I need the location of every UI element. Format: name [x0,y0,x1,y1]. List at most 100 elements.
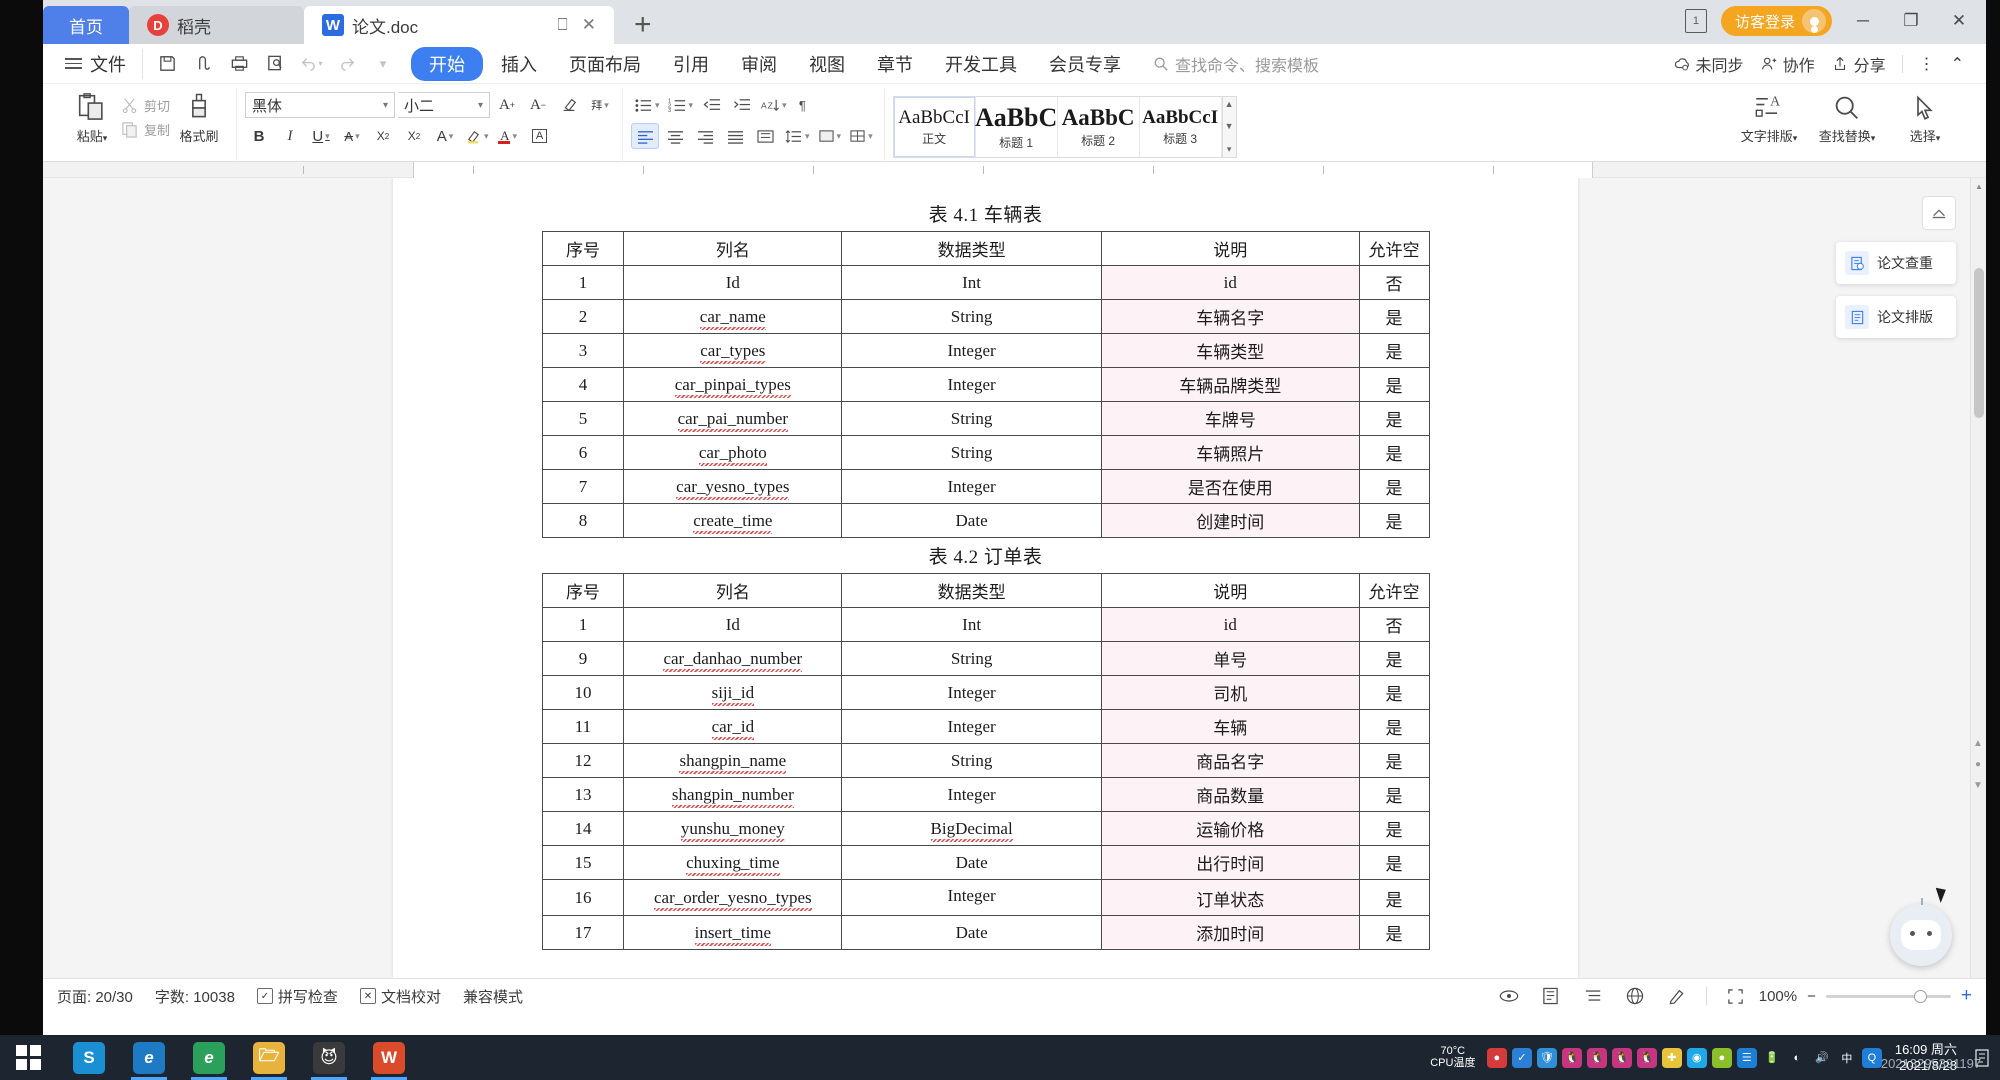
font-color-button[interactable]: A ▾ [495,123,523,149]
edit-icon[interactable] [1664,984,1690,1008]
menu-item-insert[interactable]: 插入 [487,47,551,81]
paste-button[interactable]: 粘贴▾ [63,88,121,145]
underline-button[interactable]: U ▾ [307,123,335,149]
tray-icon-cloud[interactable]: ◉ [1686,1047,1707,1068]
style-heading-3[interactable]: AaBbCcI 标题 3 [1140,96,1222,157]
word-count[interactable]: 字数: 10038 [155,986,235,1007]
character-border-button[interactable]: A [526,123,554,149]
align-left-button[interactable] [631,123,660,149]
style-heading-1[interactable]: AaBbC 标题 1 [975,96,1058,157]
share-button[interactable]: 分享 [1831,52,1886,76]
text-layout-button[interactable]: A 文字排版▾ [1732,88,1806,145]
minimize-button[interactable]: ─ [1846,6,1880,36]
guest-login-button[interactable]: 访客登录 [1720,6,1832,36]
strikethrough-button[interactable]: A ▾ [338,123,366,149]
align-center-button[interactable] [661,123,689,149]
menu-item-developer-tools[interactable]: 开发工具 [931,47,1031,81]
shrink-font-button[interactable]: A − [524,92,552,118]
panel-collapse-button[interactable] [1922,196,1956,230]
new-tab-button[interactable]: + [614,10,672,44]
document-canvas[interactable]: 表 4.1 车辆表 序号 列名 数据类型 说明 允许空 1 Id Int id … [43,178,1986,978]
vehicle-table[interactable]: 序号 列名 数据类型 说明 允许空 1 Id Int id 否 2 car_na… [541,231,1430,538]
outline-view-icon[interactable] [1580,984,1606,1008]
taskbar-app-file-explorer[interactable]: 🗁 [242,1035,296,1080]
ime-chinese-icon[interactable]: 中 [1837,1048,1857,1068]
distribute-button[interactable] [751,123,779,149]
tray-icon-antivirus[interactable]: ● [1486,1047,1507,1068]
highlight-button[interactable]: ▾ [462,123,492,149]
tray-icon-qq-browser[interactable]: Q [1861,1047,1882,1068]
show-marks-button[interactable]: ¶ [792,92,820,118]
subscript-button[interactable]: X2 [400,123,428,149]
numbered-list-button[interactable]: 1 2 3 ▾ [665,92,697,118]
tray-icon-qq-1[interactable]: 🐧 [1561,1047,1582,1068]
decrease-indent-button[interactable] [698,92,726,118]
save-as-cloud-icon[interactable] [187,49,219,79]
zoom-slider-knob[interactable] [1913,989,1927,1003]
vertical-scrollbar[interactable]: ▲ ▲ ● ▼ [1970,178,1986,978]
line-spacing-button[interactable]: ▾ [781,123,813,149]
taskbar-app-wps[interactable]: W [362,1035,416,1080]
sort-button[interactable]: A Z ▾ [758,92,790,118]
menu-item-member-exclusive[interactable]: 会员专享 [1035,47,1135,81]
next-page-icon[interactable]: ▼ [1973,780,1983,791]
menu-item-review[interactable]: 审阅 [727,47,791,81]
battery-icon[interactable]: 🔋 [1762,1048,1782,1068]
tray-icon-qq-2[interactable]: 🐧 [1586,1047,1607,1068]
read-view-icon[interactable] [1496,984,1522,1008]
thesis-layout-button[interactable]: 论文排版 [1836,296,1956,338]
scrollbar-thumb[interactable] [1974,268,1984,418]
volume-icon[interactable]: 🔊 [1812,1048,1832,1068]
close-button[interactable]: ✕ [1942,6,1976,36]
format-painter-button[interactable]: 格式刷 [170,88,228,145]
borders-button[interactable]: ▾ [846,123,876,149]
menu-item-view[interactable]: 视图 [795,47,859,81]
menu-item-page-layout[interactable]: 页面布局 [555,47,655,81]
menu-item-start[interactable]: 开始 [411,46,483,81]
ai-assistant-button[interactable] [1890,898,1952,966]
tab-docer[interactable]: D 稻壳 [129,6,304,44]
page-badge-icon[interactable]: 1 [1684,9,1707,33]
print-preview-icon[interactable] [259,49,291,79]
tab-document[interactable]: W 论文.doc ⎕ ✕ [304,6,614,44]
style-more-icon[interactable]: ▾ [1227,144,1232,155]
grow-font-button[interactable]: A + [493,92,521,118]
plagiarism-check-button[interactable]: 论文查重 [1836,242,1956,284]
redo-icon[interactable] [331,49,363,79]
page-indicator[interactable]: 页面: 20/30 [57,986,133,1007]
tab-close-icon[interactable]: ✕ [582,15,596,35]
fit-page-icon[interactable] [1723,984,1749,1008]
zoom-in-button[interactable]: + [1961,985,1972,1007]
tray-icon-qq-4[interactable]: 🐧 [1636,1047,1657,1068]
search-input[interactable]: 查找命令、搜索模板 [1153,52,1319,76]
horizontal-ruler[interactable] [43,162,1986,178]
file-menu-button[interactable]: 文件 [53,51,138,77]
taskbar-clock[interactable]: 16:09 周六 2021/8/28 20213295391197 [1881,1042,1981,1073]
find-replace-button[interactable]: 查找替换▾ [1810,88,1884,145]
tray-icon-qq-3[interactable]: 🐧 [1611,1047,1632,1068]
bluetooth-icon[interactable]: ☰ [1736,1047,1757,1068]
taskbar-app-skype[interactable]: S [62,1035,116,1080]
select-button[interactable]: 选择▾ [1888,88,1962,145]
font-family-select[interactable]: 黑体 ▾ [245,92,396,118]
taskbar-app-firefox[interactable]: 😈 [302,1035,356,1080]
prev-page-icon[interactable]: ▲ [1973,738,1983,749]
sync-status-button[interactable]: 未同步 [1673,52,1744,76]
italic-button[interactable]: I [276,123,304,149]
menu-item-references[interactable]: 引用 [659,47,723,81]
proofread-toggle[interactable]: ✕ 文档校对 [359,986,441,1007]
cut-button[interactable]: 剪切 [121,96,170,115]
tray-icon-health[interactable]: ✚ [1661,1047,1682,1068]
page-view-icon[interactable] [1538,984,1564,1008]
scroll-up-icon[interactable]: ▲ [1225,99,1234,109]
start-button[interactable] [0,1035,56,1080]
tray-icon-shield[interactable]: 🛡 [1536,1047,1557,1068]
save-icon[interactable] [151,49,183,79]
zoom-slider[interactable] [1825,989,1951,1003]
style-heading-2[interactable]: AaBbC 标题 2 [1058,96,1140,157]
more-options-icon[interactable]: ⋮ [1919,54,1935,74]
copy-button[interactable]: 复制 [121,120,170,139]
scroll-extra-controls[interactable]: ▲ ● ▼ [1970,738,1986,791]
taskbar-app-edge[interactable]: e [182,1035,236,1080]
bullet-list-button[interactable]: ▾ [631,92,663,118]
